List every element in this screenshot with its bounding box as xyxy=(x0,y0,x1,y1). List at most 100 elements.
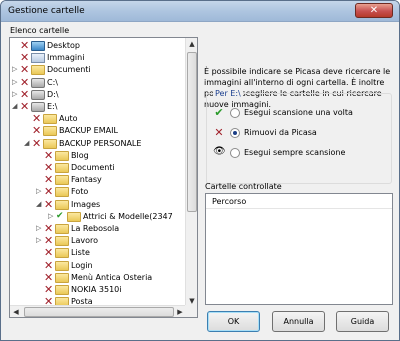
option-always-scan[interactable]: 👁 Esegui sempre scansione xyxy=(213,146,391,160)
folder-list-label: Elenco cartelle xyxy=(10,26,70,35)
tree-item-label: Images xyxy=(71,199,101,209)
tree-item-label: Attrici & Modelle(2347 xyxy=(83,211,173,221)
tree-item-label: Blog xyxy=(71,150,89,160)
path-column-header[interactable]: Percorso xyxy=(206,194,392,209)
remove-x-icon: ✕ xyxy=(214,126,224,139)
excluded-x-icon: ✕ xyxy=(20,100,30,113)
folder-tree[interactable]: ✕ Desktop ✕ Immagini ▷ ✕ Documenti ▷ ✕ C:\ ▷ ✕ D:\ ◢ ✕… xyxy=(9,37,198,318)
folder-icon xyxy=(55,272,69,283)
option-label: Rimuovi da Picasa xyxy=(244,128,317,137)
scroll-thumb[interactable] xyxy=(187,52,197,212)
folder-icon xyxy=(55,150,69,161)
tree-item-label: Desktop xyxy=(47,41,80,50)
excluded-x-icon: ✕ xyxy=(20,51,30,65)
tree-item-label: BACKUP PERSONALE xyxy=(59,138,142,148)
tree-item-label: Menù Antica Osteria xyxy=(71,272,153,282)
folder-icon xyxy=(43,114,57,125)
tree-item-label: Fantasy xyxy=(71,175,102,185)
excluded-x-icon: ✕ xyxy=(20,39,30,52)
excluded-x-icon: ✕ xyxy=(44,148,54,162)
excluded-x-icon: ✕ xyxy=(44,234,54,248)
drive-icon xyxy=(31,77,45,88)
folder-icon xyxy=(55,187,69,198)
ok-label: OK xyxy=(227,317,240,326)
close-button[interactable]: ✕ xyxy=(355,3,393,18)
expander-icon[interactable]: ▷ xyxy=(12,65,20,73)
folder-icon xyxy=(55,236,69,247)
excluded-x-icon: ✕ xyxy=(20,87,30,101)
excluded-x-icon: ✕ xyxy=(44,222,54,235)
tree-vertical-scrollbar[interactable]: ▲ ▼ xyxy=(185,38,197,307)
tree-item-label: La Rebosola xyxy=(71,224,120,233)
cancel-label: Annulla xyxy=(283,317,314,326)
excluded-x-icon: ✕ xyxy=(44,283,54,296)
tree-item-label: BACKUP EMAIL xyxy=(59,126,118,136)
drive-icon xyxy=(31,89,45,100)
radio-scan-once[interactable] xyxy=(230,108,240,118)
dialog-window: Gestione cartelle ✕ Elenco cartelle ✕ Des… xyxy=(0,0,400,341)
expander-icon[interactable]: ▷ xyxy=(36,187,44,195)
excluded-x-icon: ✕ xyxy=(44,258,54,272)
check-icon: ✔ xyxy=(214,106,224,119)
expander-icon[interactable]: ▷ xyxy=(12,90,20,98)
excluded-x-icon: ✕ xyxy=(44,161,54,174)
folder-icon xyxy=(55,248,69,259)
option-label: Esegui sempre scansione xyxy=(244,148,346,157)
expander-icon[interactable]: ◢ xyxy=(36,200,44,208)
scroll-left-icon[interactable]: ◀ xyxy=(10,306,22,317)
expander-icon[interactable]: ▷ xyxy=(36,224,44,232)
images-folder-icon xyxy=(31,53,45,64)
close-icon: ✕ xyxy=(369,5,379,16)
radio-always-scan[interactable] xyxy=(230,148,240,158)
folder-tree-items: ✕ Desktop ✕ Immagini ▷ ✕ Documenti ▷ ✕ C:\ ▷ ✕ D:\ ◢ ✕… xyxy=(10,38,186,307)
tree-item-label: Login xyxy=(71,260,93,270)
folder-icon xyxy=(55,199,69,210)
excluded-x-icon: ✕ xyxy=(32,112,42,126)
monitored-folders-list[interactable]: Percorso xyxy=(205,193,393,305)
tree-item-label: Immagini xyxy=(47,53,85,63)
scroll-up-icon[interactable]: ▲ xyxy=(186,38,197,50)
desktop-icon xyxy=(31,41,45,51)
monitored-folders-label: Cartelle controllate xyxy=(205,182,282,191)
excluded-x-icon: ✕ xyxy=(20,63,30,77)
tree-item-label: Lavoro xyxy=(71,236,98,246)
tree-item-label: C:\ xyxy=(47,77,58,87)
folder-icon xyxy=(55,224,69,234)
folder-icon xyxy=(55,163,69,173)
ok-button[interactable]: OK xyxy=(207,311,260,332)
excluded-x-icon: ✕ xyxy=(44,270,54,284)
option-scan-once[interactable]: ✔ Esegui scansione una volta xyxy=(213,106,391,120)
excluded-x-icon: ✕ xyxy=(32,124,42,138)
help-button[interactable]: Guida xyxy=(336,311,389,332)
tree-item-label: Foto xyxy=(71,187,89,197)
option-remove[interactable]: ✕ Rimuovi da Picasa xyxy=(213,126,391,140)
excluded-x-icon: ✕ xyxy=(44,246,54,260)
tree-horizontal-scrollbar[interactable]: ◀ ▶ xyxy=(10,305,186,317)
title-bar[interactable]: Gestione cartelle ✕ xyxy=(1,1,399,22)
tree-item-label: Documenti xyxy=(47,65,91,75)
excluded-x-icon: ✕ xyxy=(20,75,30,89)
expander-icon[interactable]: ▷ xyxy=(48,212,56,220)
expander-icon[interactable]: ◢ xyxy=(12,102,20,110)
cancel-button[interactable]: Annulla xyxy=(272,311,325,332)
folder-icon xyxy=(55,285,69,295)
radio-remove[interactable] xyxy=(230,128,240,138)
folder-icon xyxy=(67,211,81,222)
hscroll-thumb[interactable] xyxy=(24,307,174,317)
path-column-label: Percorso xyxy=(212,197,247,206)
folder-icon xyxy=(43,138,57,149)
excluded-x-icon: ✕ xyxy=(44,173,54,187)
tree-item-label: D:\ xyxy=(47,89,59,99)
scan-check-icon: ✔ xyxy=(56,210,64,221)
excluded-x-icon: ✕ xyxy=(32,136,42,150)
eye-icon: 👁 xyxy=(213,146,226,157)
folder-icon xyxy=(43,126,57,137)
expander-icon[interactable]: ◢ xyxy=(24,139,32,147)
tree-item-label: Liste xyxy=(71,248,90,258)
folder-options-group: Per E:\ ✔ Esegui scansione una volta ✕ R… xyxy=(206,89,392,184)
expander-icon[interactable]: ▷ xyxy=(36,236,44,244)
window-title: Gestione cartelle xyxy=(8,6,85,16)
excluded-x-icon: ✕ xyxy=(44,197,54,211)
dialog-body: Elenco cartelle ✕ Desktop ✕ Immagini ▷ ✕ Docum… xyxy=(2,22,398,340)
expander-icon[interactable]: ▷ xyxy=(12,78,20,86)
